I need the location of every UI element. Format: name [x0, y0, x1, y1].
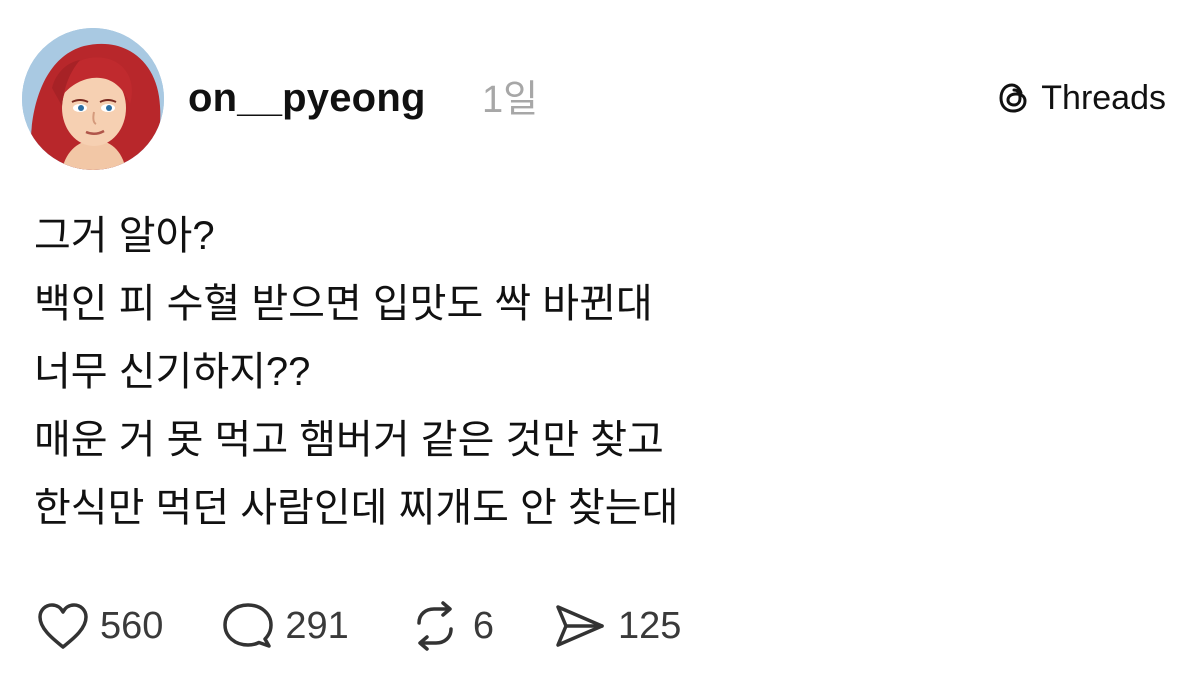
- reply-button[interactable]: 291: [221, 598, 349, 654]
- post-body: 그거 알아? 백인 피 수혈 받으면 입맛도 싹 바뀐대 너무 신기하지?? 매…: [34, 202, 1154, 542]
- heart-icon: [36, 601, 90, 651]
- post-actions: 560 291 6 125: [36, 598, 739, 654]
- avatar-illustration: [22, 28, 164, 170]
- comment-icon: [221, 601, 275, 651]
- like-button[interactable]: 560: [36, 598, 163, 654]
- post-line: 너무 신기하지??: [34, 350, 311, 394]
- author-username[interactable]: on__pyeong: [188, 70, 426, 126]
- send-icon: [552, 601, 608, 651]
- post-line: 한식만 먹던 사람인데 찌개도 안 찾는대: [34, 486, 679, 530]
- post-line: 그거 알아?: [34, 214, 215, 258]
- repost-button[interactable]: 6: [407, 598, 494, 654]
- share-button[interactable]: 125: [552, 598, 681, 654]
- post-line: 백인 피 수혈 받으면 입맛도 싹 바뀐대: [34, 282, 653, 326]
- avatar[interactable]: [22, 28, 164, 170]
- post-line: 매운 거 못 먹고 햄버거 같은 것만 찾고: [34, 418, 664, 462]
- threads-brand-label: Threads: [1041, 79, 1166, 117]
- share-count: 125: [617, 605, 682, 647]
- repost-icon: [407, 601, 463, 651]
- threads-logo-icon: [995, 79, 1033, 117]
- post-timestamp: 1일: [482, 79, 539, 121]
- threads-brand[interactable]: Threads: [995, 76, 1166, 120]
- repost-count: 6: [472, 605, 494, 647]
- like-count: 560: [100, 605, 164, 647]
- reply-count: 291: [285, 605, 349, 647]
